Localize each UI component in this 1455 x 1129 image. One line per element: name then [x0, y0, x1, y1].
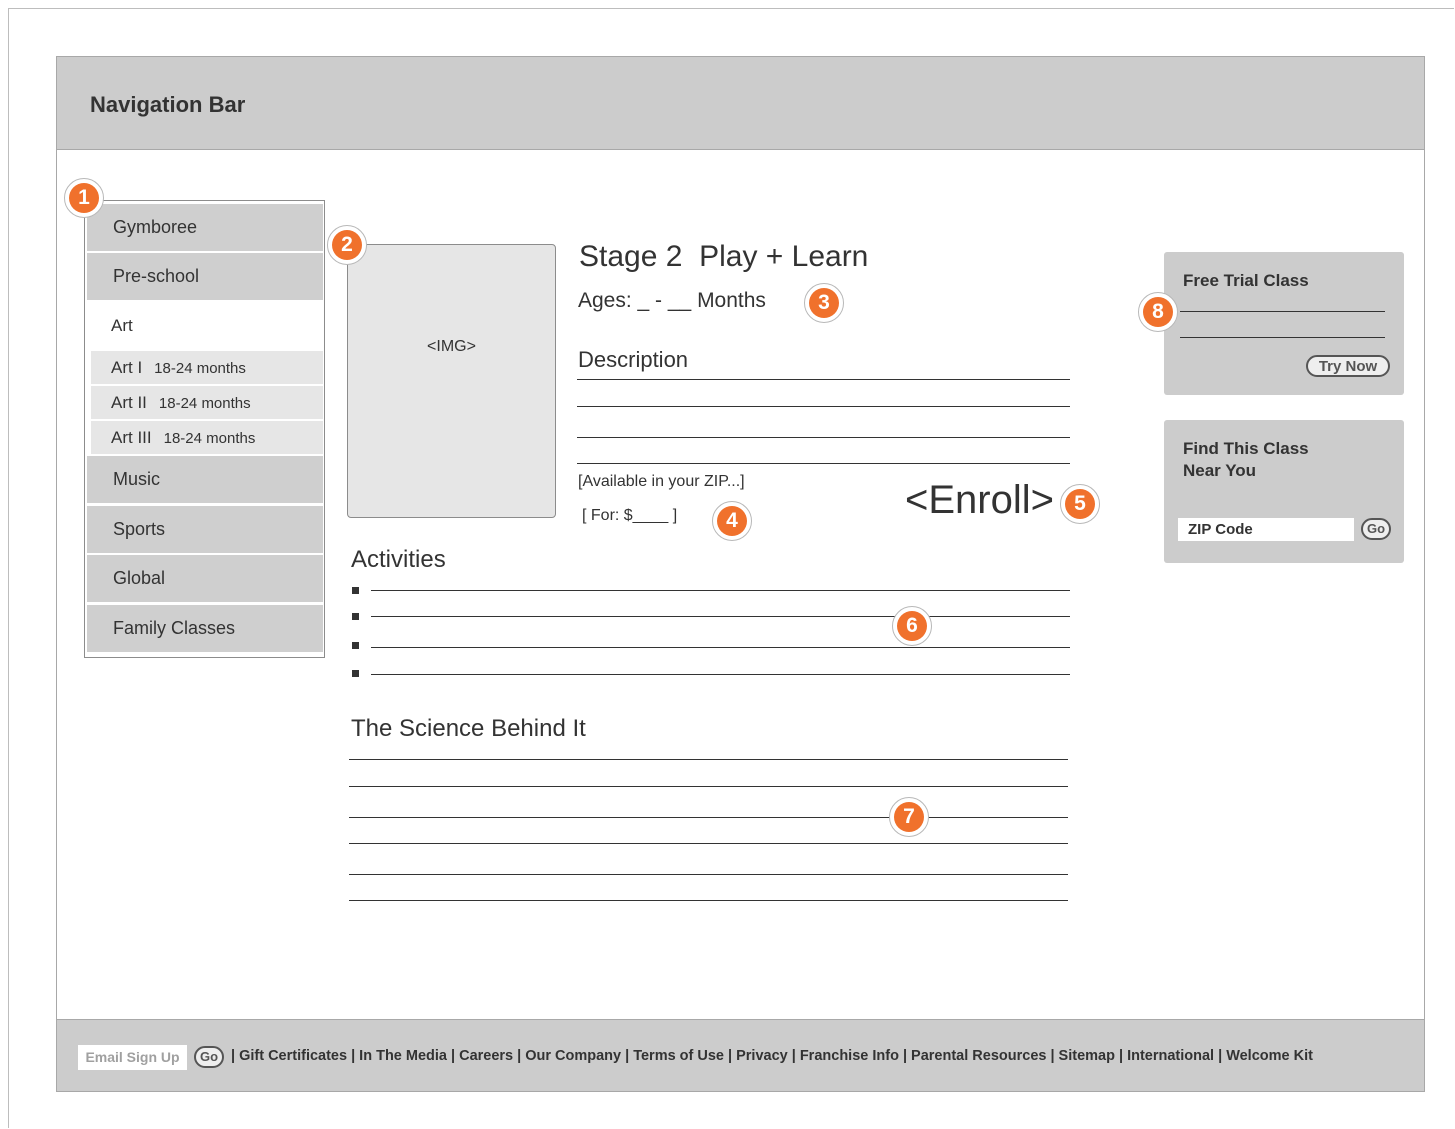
badge-number: 6 — [897, 611, 927, 641]
bullet-icon — [352, 642, 359, 649]
badge-number: 3 — [809, 288, 839, 318]
sidebar-subitem-art-ii[interactable]: Art II 18-24 months — [91, 386, 323, 419]
sidebar-item-gymboree[interactable]: Gymboree — [87, 204, 323, 251]
free-trial-title: Free Trial Class — [1183, 271, 1309, 290]
badge-number: 4 — [717, 506, 747, 536]
navigation-bar — [56, 56, 1425, 150]
find-class-title-line1: Find This Class — [1183, 439, 1309, 458]
badge-number: 2 — [332, 230, 362, 260]
annotation-badge-2: 2 — [327, 225, 367, 265]
bullet-icon — [352, 670, 359, 677]
badge-number: 1 — [69, 183, 99, 213]
science-line — [349, 759, 1068, 760]
zip-code-input[interactable]: ZIP Code — [1178, 518, 1354, 541]
subitem-label: Art I — [111, 358, 143, 377]
bullet-icon — [352, 587, 359, 594]
email-go-button[interactable]: Go — [194, 1046, 224, 1068]
science-line — [349, 843, 1068, 844]
activity-line — [371, 616, 1070, 617]
badge-number: 5 — [1065, 489, 1095, 519]
annotation-badge-1: 1 — [64, 178, 104, 218]
science-line — [349, 874, 1068, 875]
description-line — [577, 437, 1070, 438]
subitem-label: Art III — [111, 428, 152, 447]
find-class-title-line2: Near You — [1183, 461, 1257, 480]
description-line — [577, 406, 1070, 407]
subitem-months: 18-24 months — [154, 360, 246, 377]
science-line — [349, 900, 1068, 901]
annotation-badge-8: 8 — [1138, 292, 1178, 332]
sidebar-item-sports[interactable]: Sports — [87, 506, 323, 553]
sidebar-item-global[interactable]: Global — [87, 555, 323, 602]
science-heading: The Science Behind It — [351, 715, 586, 742]
enroll-button[interactable]: <Enroll> — [905, 478, 1054, 523]
badge-number: 8 — [1143, 297, 1173, 327]
activity-line — [371, 590, 1070, 591]
annotation-badge-4: 4 — [712, 501, 752, 541]
subitem-label: Art II — [111, 393, 147, 412]
description-heading: Description — [578, 347, 689, 372]
activity-line — [371, 647, 1070, 648]
annotation-badge-6: 6 — [892, 606, 932, 646]
annotation-badge-7: 7 — [889, 797, 929, 837]
navigation-bar-title: Navigation Bar — [90, 92, 246, 117]
activities-heading: Activities — [351, 546, 446, 573]
description-line — [577, 379, 1070, 380]
free-trial-line — [1180, 337, 1385, 338]
sidebar-item-family-classes[interactable]: Family Classes — [87, 605, 323, 652]
try-now-button[interactable]: Try Now — [1306, 355, 1390, 377]
subitem-months: 18-24 months — [163, 430, 256, 447]
free-trial-line — [1180, 311, 1385, 312]
find-class-title: Find This Class Near You — [1183, 438, 1309, 482]
class-title: Stage 2 Play + Learn — [579, 240, 869, 273]
zip-go-button[interactable]: Go — [1361, 518, 1391, 540]
footer-links[interactable]: | Gift Certificates | In The Media | Car… — [231, 1048, 1313, 1064]
description-line — [577, 463, 1070, 464]
science-line — [349, 786, 1068, 787]
bullet-icon — [352, 613, 359, 620]
sidebar-item-art[interactable]: Art — [87, 302, 323, 350]
class-price: [ For: $____ ] — [582, 507, 678, 524]
sidebar-item-pre-school[interactable]: Pre-school — [87, 253, 323, 300]
badge-number: 7 — [894, 802, 924, 832]
annotation-badge-3: 3 — [804, 283, 844, 323]
sidebar-item-music[interactable]: Music — [87, 456, 323, 503]
class-image-placeholder — [347, 244, 556, 518]
activity-line — [371, 674, 1070, 675]
subitem-months: 18-24 months — [158, 395, 251, 412]
sidebar-subitem-art-i[interactable]: Art I 18-24 months — [91, 351, 323, 384]
annotation-badge-5: 5 — [1060, 484, 1100, 524]
class-ages: Ages: _ - __ Months — [578, 289, 766, 312]
sidebar-subitem-art-iii[interactable]: Art III 18-24 months — [91, 421, 323, 454]
image-placeholder-label: <IMG> — [427, 338, 476, 355]
zip-availability-text: [Available in your ZIP...] — [578, 473, 745, 490]
science-line — [349, 817, 1068, 818]
email-signup-input[interactable]: Email Sign Up — [78, 1045, 187, 1070]
